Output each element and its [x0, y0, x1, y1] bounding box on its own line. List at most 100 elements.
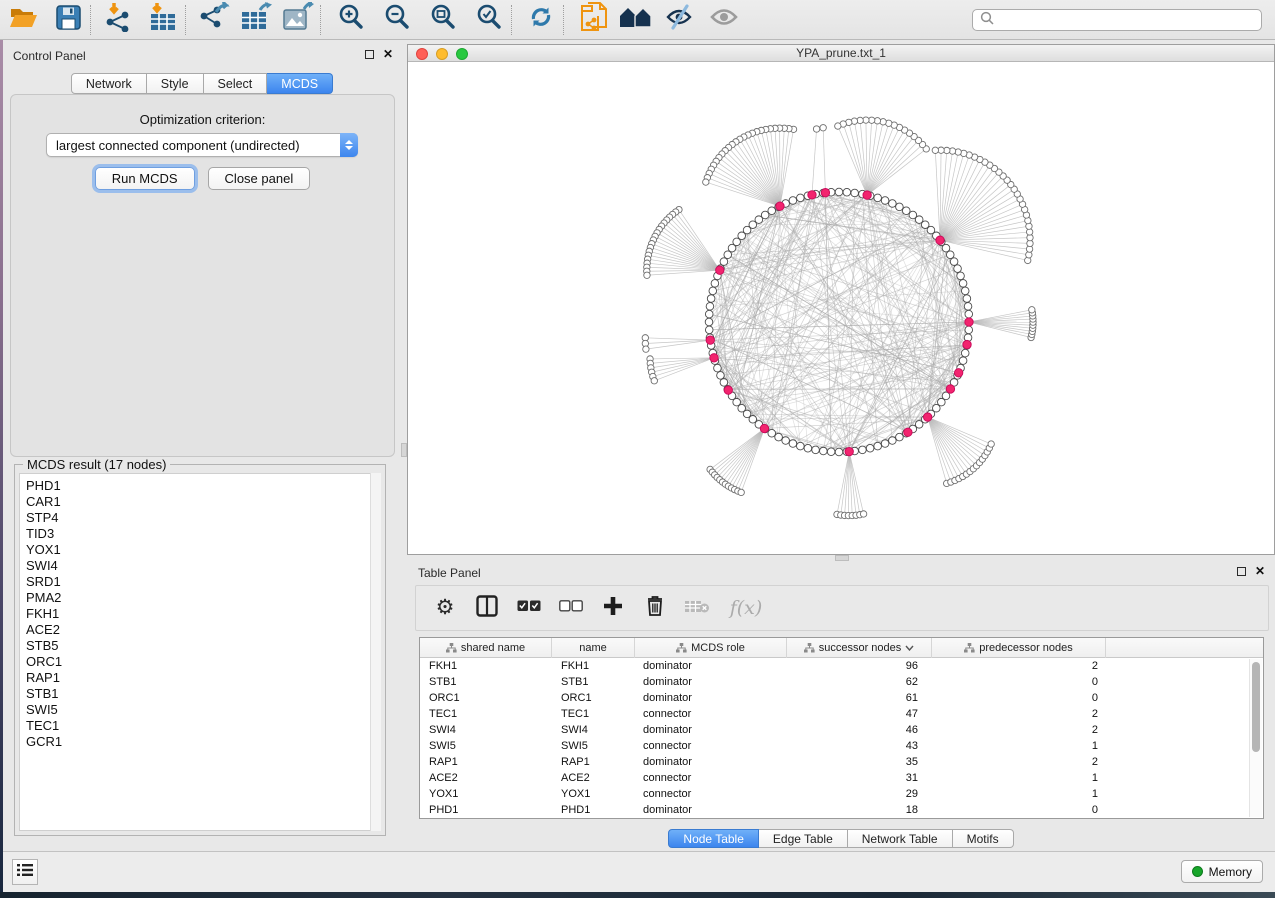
float-table-panel-icon[interactable]: [1237, 567, 1246, 576]
export-image-button[interactable]: [282, 4, 314, 36]
table-row[interactable]: SWI5SWI5connector431: [420, 738, 1263, 754]
table-panel-titlebar: Table Panel ✕: [407, 561, 1275, 583]
mcds-result-item[interactable]: YOX1: [26, 542, 380, 558]
network-file-button[interactable]: [578, 4, 610, 36]
mcds-result-item[interactable]: STB5: [26, 638, 380, 654]
window-zoom-icon[interactable]: [456, 48, 468, 60]
mcds-result-item[interactable]: SWI4: [26, 558, 380, 574]
mcds-result-item[interactable]: SWI5: [26, 702, 380, 718]
column-header-successor-nodes[interactable]: successor nodes: [787, 638, 932, 658]
search-box[interactable]: [972, 9, 1262, 31]
home-network-button[interactable]: [620, 4, 652, 36]
table-row[interactable]: RAP1RAP1dominator352: [420, 754, 1263, 770]
column-header-mcds-role[interactable]: MCDS role: [635, 638, 787, 658]
mcds-result-item[interactable]: STP4: [26, 510, 380, 526]
mcds-result-item[interactable]: PHD1: [26, 478, 380, 494]
tab-style[interactable]: Style: [147, 73, 204, 94]
close-panel-icon[interactable]: ✕: [383, 49, 393, 59]
show-elements-button[interactable]: [708, 4, 740, 36]
run-mcds-button[interactable]: Run MCDS: [95, 167, 195, 190]
tab-network[interactable]: Network: [71, 73, 147, 94]
window-minimize-icon[interactable]: [436, 48, 448, 60]
table-cell: ACE2: [552, 770, 635, 786]
mcds-result-item[interactable]: FKH1: [26, 606, 380, 622]
zoom-fit-button[interactable]: [427, 4, 459, 36]
table-cell: 61: [787, 690, 932, 706]
attribute-icon: [804, 643, 815, 653]
mcds-result-item[interactable]: ACE2: [26, 622, 380, 638]
network-canvas[interactable]: [408, 62, 1274, 554]
table-row[interactable]: ORC1ORC1dominator610: [420, 690, 1263, 706]
delete-table-icon: [684, 598, 710, 619]
select-all-button[interactable]: [516, 595, 542, 621]
mcds-result-item[interactable]: RAP1: [26, 670, 380, 686]
table-cell: SWI5: [420, 738, 552, 754]
tab-motifs[interactable]: Motifs: [953, 829, 1014, 848]
table-cell: dominator: [635, 658, 787, 674]
float-panel-icon[interactable]: [365, 50, 374, 59]
tab-select[interactable]: Select: [204, 73, 268, 94]
tab-network-table[interactable]: Network Table: [848, 829, 953, 848]
table-cell: SWI4: [552, 722, 635, 738]
task-history-button[interactable]: [12, 859, 38, 885]
tab-mcds[interactable]: MCDS: [267, 73, 333, 94]
table-scrollbar[interactable]: [1249, 659, 1262, 817]
table-cell: 1: [932, 770, 1106, 786]
export-table-button[interactable]: [240, 4, 272, 36]
zoom-selected-button[interactable]: [473, 4, 505, 36]
hide-elements-button[interactable]: [664, 4, 696, 36]
mcds-result-item[interactable]: GCR1: [26, 734, 380, 750]
open-session-button[interactable]: [8, 4, 40, 36]
table-row[interactable]: FKH1FKH1dominator962: [420, 658, 1263, 674]
toolbar-separator: [185, 5, 186, 35]
refresh-button[interactable]: [525, 4, 557, 36]
table-cell: PHD1: [552, 802, 635, 818]
control-panel-tabs: Network Style Select MCDS: [71, 73, 333, 94]
zoom-out-button[interactable]: [381, 4, 413, 36]
close-table-panel-icon[interactable]: ✕: [1255, 566, 1265, 576]
gear-button[interactable]: ⚙: [432, 595, 458, 621]
table-cell: 0: [932, 674, 1106, 690]
table-row[interactable]: SWI4SWI4dominator462: [420, 722, 1263, 738]
function-builder-button[interactable]: f(x): [726, 595, 766, 621]
table-row[interactable]: STB1STB1dominator620: [420, 674, 1263, 690]
mcds-result-item[interactable]: TID3: [26, 526, 380, 542]
delete-button[interactable]: [642, 595, 668, 621]
table-row[interactable]: PHD1PHD1dominator180: [420, 802, 1263, 818]
mcds-result-item[interactable]: TEC1: [26, 718, 380, 734]
export-network-button[interactable]: [198, 4, 230, 36]
column-header-predecessor-nodes[interactable]: predecessor nodes: [932, 638, 1106, 658]
table-row[interactable]: TEC1TEC1connector472: [420, 706, 1263, 722]
import-table-button[interactable]: [147, 4, 179, 36]
show-elements-icon: [709, 5, 739, 34]
mcds-result-item[interactable]: STB1: [26, 686, 380, 702]
column-header-name[interactable]: name: [552, 638, 635, 658]
add-column-button[interactable]: [600, 595, 626, 621]
search-input[interactable]: [995, 11, 1261, 29]
window-close-icon[interactable]: [416, 48, 428, 60]
column-header-shared-name[interactable]: shared name: [420, 638, 552, 658]
delete-table-button[interactable]: [684, 595, 710, 621]
mcds-result-item[interactable]: PMA2: [26, 590, 380, 606]
column-layout-button[interactable]: [474, 595, 500, 621]
table-row[interactable]: ACE2ACE2connector311: [420, 770, 1263, 786]
save-session-button[interactable]: [52, 4, 84, 36]
mcds-result-item[interactable]: CAR1: [26, 494, 380, 510]
mcds-result-item[interactable]: ORC1: [26, 654, 380, 670]
mcds-result-item[interactable]: SRD1: [26, 574, 380, 590]
tab-edge-table[interactable]: Edge Table: [759, 829, 848, 848]
network-graph[interactable]: [408, 62, 1274, 554]
close-panel-button[interactable]: Close panel: [208, 167, 311, 190]
mcds-result-list[interactable]: PHD1CAR1STP4TID3YOX1SWI4SRD1PMA2FKH1ACE2…: [19, 473, 381, 831]
import-network-button[interactable]: [103, 4, 135, 36]
table-scrollbar-thumb[interactable]: [1252, 662, 1260, 752]
table-row[interactable]: YOX1YOX1connector291: [420, 786, 1263, 802]
table-cell: 62: [787, 674, 932, 690]
tab-node-table[interactable]: Node Table: [668, 829, 759, 848]
network-window-titlebar[interactable]: YPA_prune.txt_1: [408, 45, 1274, 62]
zoom-in-button[interactable]: [335, 4, 367, 36]
deselect-all-button[interactable]: [558, 595, 584, 621]
memory-button[interactable]: Memory: [1181, 860, 1263, 883]
optimization-criterion-select[interactable]: largest connected component (undirected): [46, 133, 358, 157]
mcds-list-scrollbar[interactable]: [370, 473, 381, 831]
